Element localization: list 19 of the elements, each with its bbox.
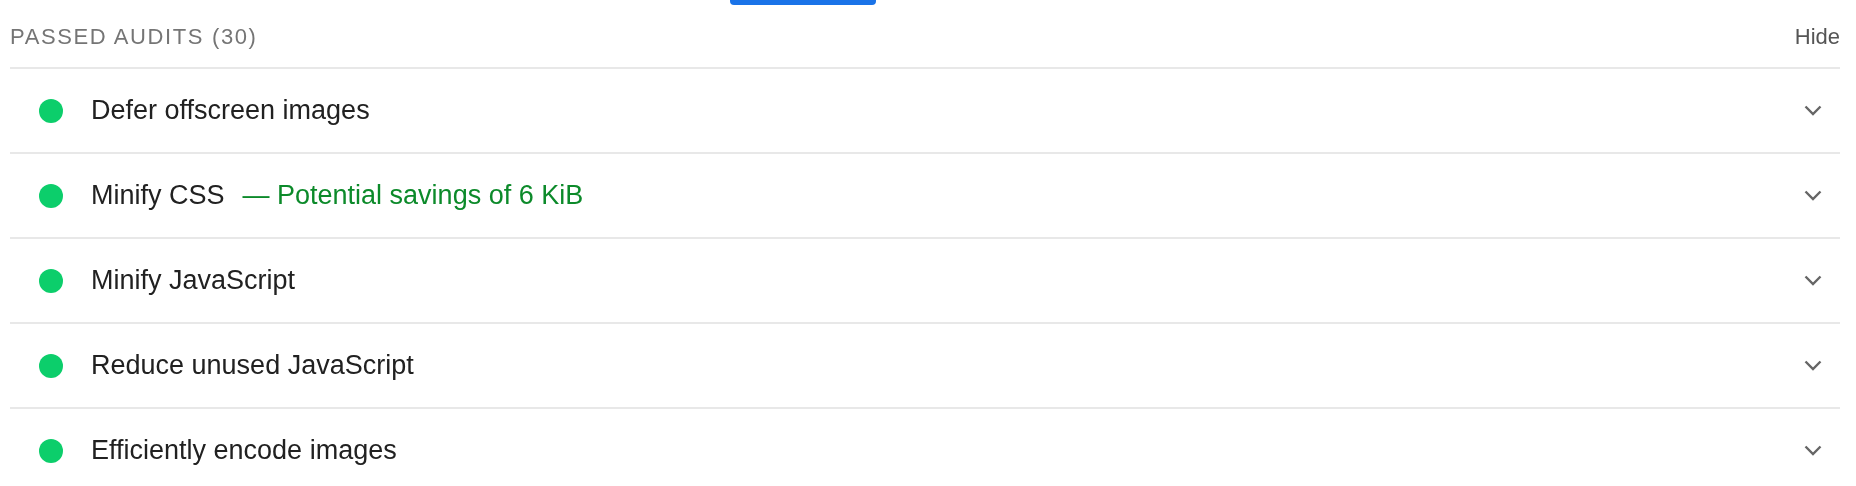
audit-row[interactable]: Minify CSS — Potential savings of 6 KiB — [10, 154, 1840, 239]
audit-title: Defer offscreen images — [91, 95, 370, 126]
chevron-icon[interactable] — [1804, 190, 1822, 201]
audit-title: Minify JavaScript — [91, 265, 296, 296]
savings-text: — Potential savings of 6 KiB — [242, 180, 584, 211]
hide-button[interactable]: Hide — [1794, 23, 1840, 50]
section-title: PASSED AUDITS — [10, 23, 204, 50]
audit-title: Minify CSS — [91, 180, 225, 211]
audit-title: Reduce unused JavaScript — [91, 350, 414, 381]
audit-count: (30) — [212, 23, 258, 50]
chevron-icon[interactable] — [1804, 445, 1822, 456]
audit-row[interactable]: Defer offscreen images — [10, 69, 1840, 154]
audit-row[interactable]: Minify JavaScript — [10, 239, 1840, 324]
chevron-icon[interactable] — [1804, 275, 1822, 286]
audit-row[interactable]: Efficiently encode images — [10, 409, 1840, 486]
chevron-icon[interactable] — [1804, 360, 1822, 371]
chevron-icon[interactable] — [1804, 105, 1822, 116]
audit-title: Efficiently encode images — [91, 435, 397, 466]
audit-row[interactable]: Reduce unused JavaScript — [10, 324, 1840, 409]
